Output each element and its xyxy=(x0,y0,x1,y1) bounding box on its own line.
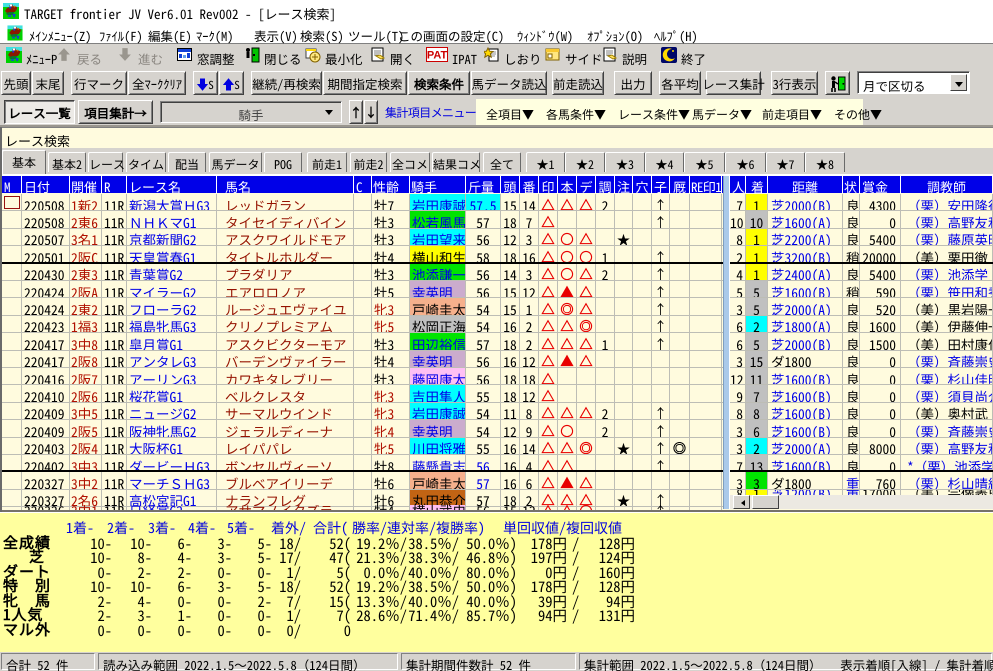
svg-text:PAT: PAT xyxy=(427,50,448,62)
